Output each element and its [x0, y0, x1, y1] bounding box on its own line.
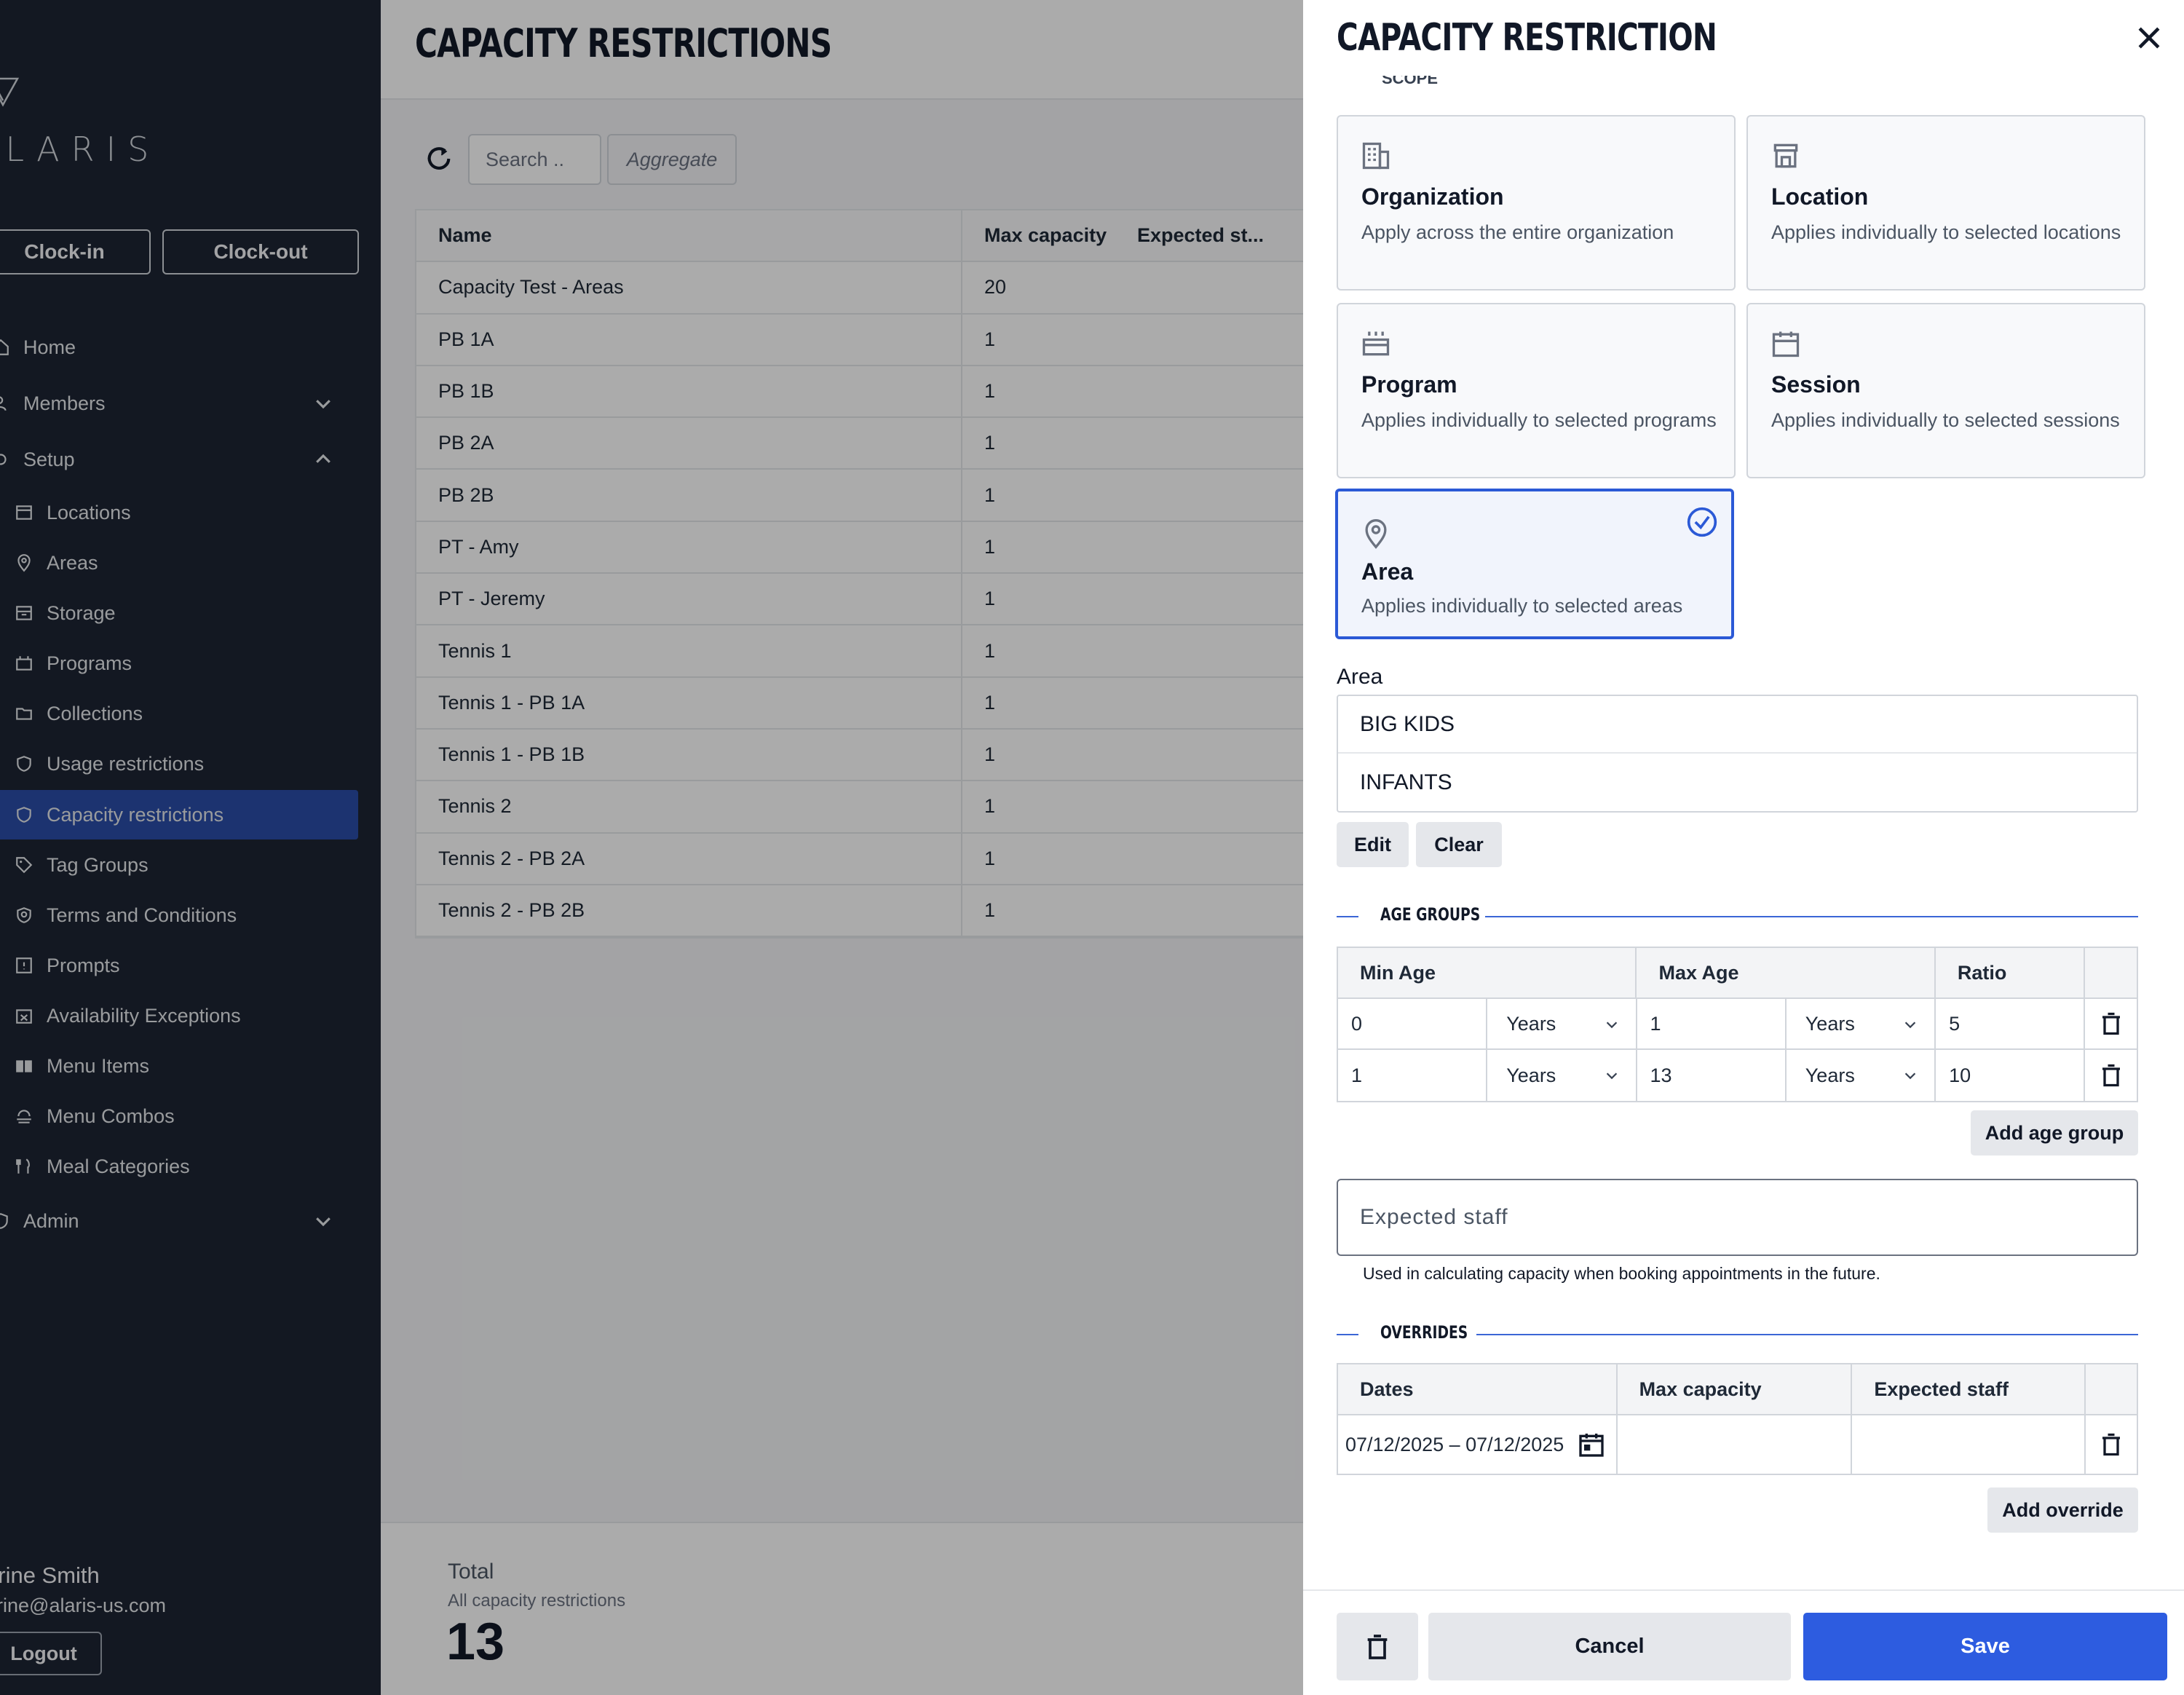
scope-card-location[interactable]: Location Applies individually to selecte… — [1746, 115, 2145, 291]
override-max-capacity-input[interactable] — [1618, 1415, 1853, 1474]
override-dates-value: 07/12/2025 – 07/12/2025 — [1345, 1433, 1564, 1455]
age-table-header: Min Age Max Age Ratio — [1338, 948, 2137, 999]
min-age-input[interactable]: 0 — [1338, 999, 1488, 1048]
overrides-table-header: Dates Max capacity Expected staff — [1338, 1364, 2137, 1415]
scope-card-title: Program — [1361, 371, 1457, 398]
drawer-title: CAPACITY RESTRICTION — [1337, 16, 1717, 60]
calendar-icon — [1772, 331, 1800, 357]
scope-card-desc: Applies individually to selected areas — [1361, 595, 1683, 617]
column-header-min-age: Min Age — [1338, 948, 1637, 997]
scope-card-organization[interactable]: Organization Apply across the entire org… — [1337, 115, 1736, 291]
scope-label: SCOPE — [1382, 76, 1439, 87]
min-age-unit-value: Years — [1506, 1064, 1556, 1086]
trash-icon — [2102, 1012, 2120, 1035]
overrides-title: OVERRIDES — [1380, 1322, 1468, 1343]
add-age-group-button[interactable]: Add age group — [1971, 1110, 2138, 1155]
max-age-unit-value: Years — [1805, 1064, 1855, 1086]
section-divider — [1476, 1334, 2138, 1335]
age-groups-table: Min Age Max Age Ratio 0 Years 1 Years 5 … — [1337, 947, 2138, 1102]
scope-card-title: Area — [1361, 558, 1414, 585]
delete-override-button[interactable] — [2086, 1415, 2137, 1474]
footer-divider — [1303, 1589, 2184, 1591]
building-icon — [1362, 142, 1390, 170]
max-age-input[interactable]: 1 — [1637, 999, 1787, 1048]
scope-card-desc: Applies individually to selected session… — [1771, 409, 2120, 431]
age-groups-title: AGE GROUPS — [1380, 904, 1481, 925]
save-button[interactable]: Save — [1803, 1613, 2167, 1680]
min-age-unit-select[interactable]: Years — [1487, 999, 1637, 1048]
edit-areas-button[interactable]: Edit — [1337, 822, 1409, 867]
calendar-icon[interactable] — [1577, 1430, 1606, 1459]
column-header-expected-staff: Expected staff — [1852, 1364, 2086, 1414]
area-field-label: Area — [1337, 665, 1383, 689]
scope-card-title: Session — [1771, 371, 1861, 398]
store-icon — [1773, 143, 1798, 168]
program-icon — [1362, 331, 1390, 356]
chevron-down-icon — [1606, 1072, 1617, 1080]
age-group-row: 0 Years 1 Years 5 — [1338, 999, 2137, 1050]
clear-areas-button[interactable]: Clear — [1416, 822, 1502, 867]
min-age-input[interactable]: 1 — [1338, 1050, 1488, 1101]
section-divider — [1337, 916, 1358, 917]
scope-card-program[interactable]: Program Applies individually to selected… — [1337, 303, 1736, 478]
column-header-dates: Dates — [1338, 1364, 1618, 1414]
max-age-unit-select[interactable]: Years — [1787, 1050, 1936, 1101]
min-age-unit-value: Years — [1506, 1012, 1556, 1035]
area-item: BIG KIDS — [1338, 696, 2137, 754]
add-override-button[interactable]: Add override — [1987, 1487, 2138, 1533]
map-pin-icon — [1365, 519, 1387, 549]
ratio-input[interactable]: 5 — [1936, 999, 2086, 1048]
override-expected-staff-input[interactable] — [1852, 1415, 2086, 1474]
trash-icon — [1367, 1634, 1388, 1659]
trash-icon — [2102, 1064, 2120, 1087]
capacity-restriction-drawer: CAPACITY RESTRICTION SCOPE Organization … — [1303, 0, 2184, 1695]
scope-card-desc: Apply across the entire organization — [1361, 221, 1674, 243]
delete-age-group-button[interactable] — [2085, 999, 2137, 1048]
modal-backdrop[interactable] — [0, 0, 1303, 1695]
scope-card-area[interactable]: Area Applies individually to selected ar… — [1335, 489, 1734, 639]
column-header-max-age: Max Age — [1637, 948, 1936, 997]
max-age-unit-select[interactable]: Years — [1787, 999, 1936, 1048]
section-divider — [1485, 916, 2138, 917]
scope-card-title: Organization — [1361, 183, 1504, 210]
age-group-row: 1 Years 13 Years 10 — [1338, 1050, 2137, 1101]
check-circle-icon — [1687, 507, 1717, 537]
delete-restriction-button[interactable] — [1337, 1613, 1418, 1680]
min-age-unit-select[interactable]: Years — [1487, 1050, 1637, 1101]
overrides-table: Dates Max capacity Expected staff 07/12/… — [1337, 1363, 2138, 1475]
expected-staff-input[interactable]: Expected staff — [1337, 1179, 2138, 1256]
column-header-actions — [2085, 948, 2137, 997]
area-item: INFANTS — [1360, 770, 1452, 794]
cancel-button[interactable]: Cancel — [1428, 1613, 1791, 1680]
column-header-actions — [2086, 1364, 2137, 1414]
section-divider — [1337, 1334, 1358, 1335]
scope-card-desc: Applies individually to selected locatio… — [1771, 221, 2121, 243]
max-age-unit-value: Years — [1805, 1012, 1855, 1035]
chevron-down-icon — [1606, 1022, 1617, 1029]
scope-card-session[interactable]: Session Applies individually to selected… — [1746, 303, 2145, 478]
chevron-down-icon — [1904, 1022, 1916, 1029]
delete-age-group-button[interactable] — [2085, 1050, 2137, 1101]
override-row: 07/12/2025 – 07/12/2025 — [1338, 1415, 2137, 1474]
override-date-range-input[interactable]: 07/12/2025 – 07/12/2025 — [1338, 1415, 1618, 1474]
scope-card-title: Location — [1771, 183, 1869, 210]
close-icon[interactable] — [2133, 22, 2165, 54]
column-header-max-capacity: Max capacity — [1618, 1364, 1853, 1414]
scope-card-desc: Applies individually to selected program… — [1361, 409, 1717, 431]
expected-staff-help: Used in calculating capacity when bookin… — [1363, 1264, 1880, 1283]
ratio-input[interactable]: 10 — [1936, 1050, 2086, 1101]
column-header-ratio: Ratio — [1936, 948, 2086, 997]
trash-icon — [2102, 1433, 2121, 1456]
chevron-down-icon — [1904, 1072, 1916, 1080]
area-selection-list: BIG KIDS INFANTS — [1337, 695, 2138, 813]
max-age-input[interactable]: 13 — [1637, 1050, 1787, 1101]
